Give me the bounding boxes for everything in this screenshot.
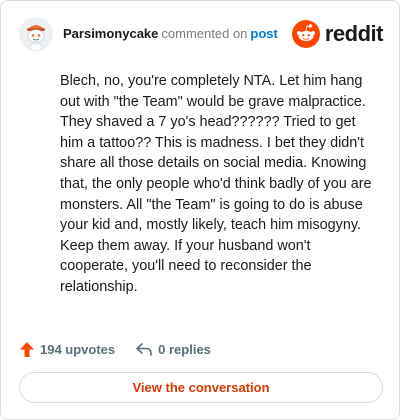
reddit-logo-icon (291, 20, 320, 48)
reddit-brand[interactable]: reddit (291, 19, 384, 49)
comment-card: Parsimonycake commented on post reddit Ble… (0, 0, 400, 420)
comment-byline: Parsimonycake commented on post (63, 26, 278, 41)
upvotes-count: 194 upvotes (40, 341, 116, 357)
brand-name: reddit (324, 21, 384, 46)
comment-stats: 194 upvotes 0 replies (19, 339, 211, 359)
upvotes-stat[interactable]: 194 upvotes (19, 341, 115, 358)
post-link[interactable]: post (250, 26, 277, 41)
byline-action: commented on (161, 26, 248, 41)
reply-arrow-icon (136, 343, 152, 356)
view-conversation-button[interactable]: View the conversation (19, 372, 383, 403)
username-link[interactable]: Parsimonycake (63, 26, 158, 41)
comment-header: Parsimonycake commented on post reddit (19, 17, 384, 53)
comment-text: Blech, no, you're completely NTA. Let hi… (60, 73, 372, 295)
upvote-arrow-icon (20, 341, 34, 357)
replies-count: 0 replies (158, 341, 211, 357)
snoo-avatar-icon[interactable] (19, 17, 53, 51)
replies-stat[interactable]: 0 replies (135, 341, 211, 357)
